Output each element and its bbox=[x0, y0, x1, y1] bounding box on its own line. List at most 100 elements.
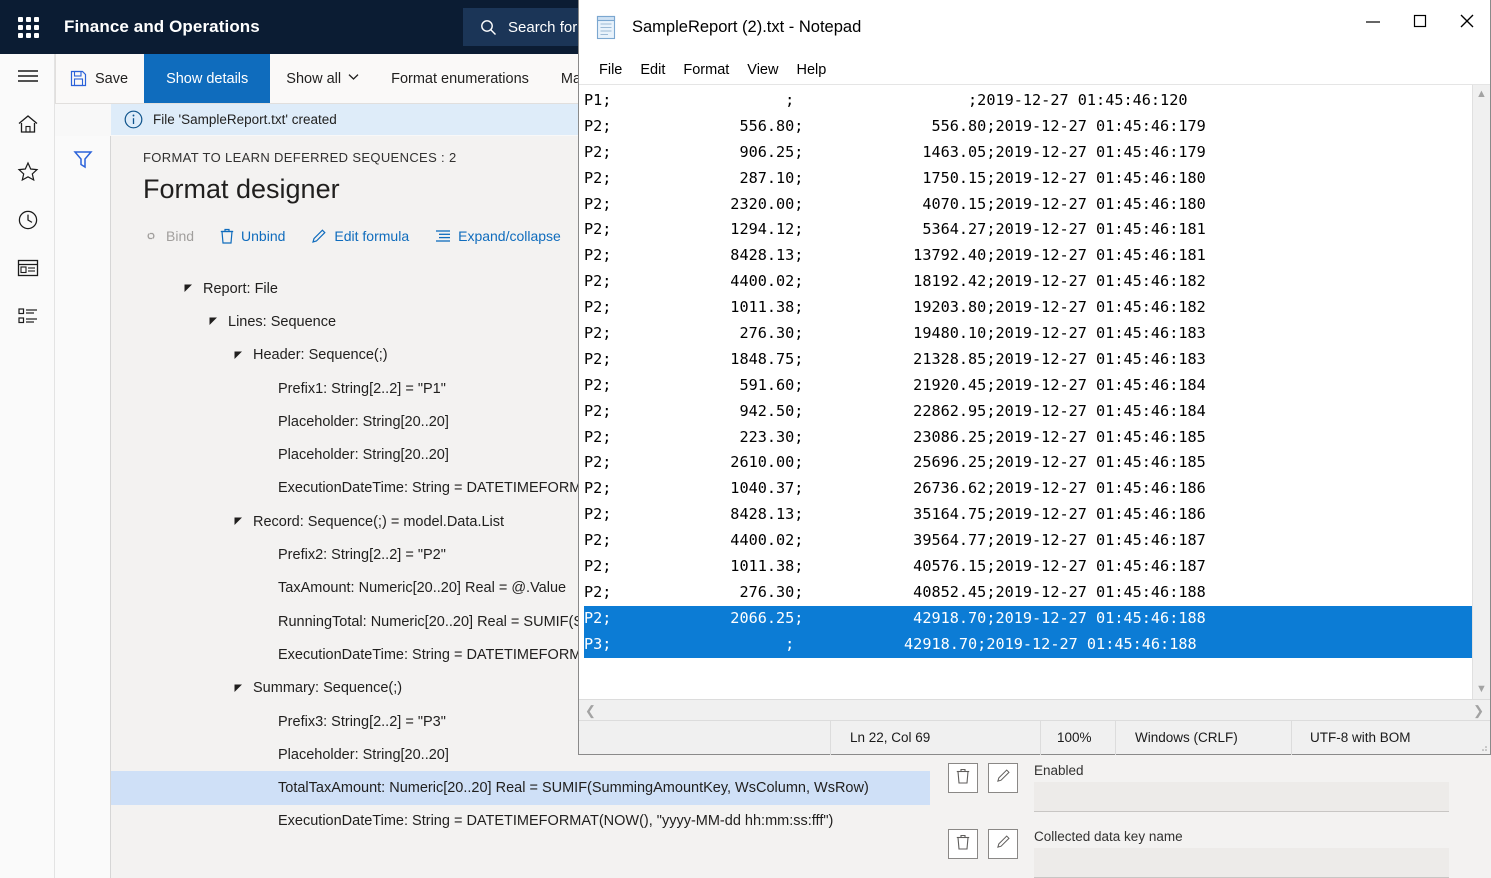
text-line[interactable]: P2; 2610.00; 25696.25;2019-12-27 01:45:4… bbox=[584, 450, 1472, 476]
unbind-button[interactable]: Unbind bbox=[220, 228, 285, 244]
tree-node-label: Placeholder: String[20..20] bbox=[278, 746, 449, 763]
minimize-button[interactable] bbox=[1349, 0, 1396, 47]
text-line[interactable]: P2; 1040.37; 26736.62;2019-12-27 01:45:4… bbox=[584, 476, 1472, 502]
tree-node-label: TaxAmount: Numeric[20..20] Real = @.Valu… bbox=[278, 580, 567, 597]
properties-panel: Enabled Collected data key name bbox=[930, 752, 1491, 878]
text-line[interactable]: P2; 1011.38; 40576.15;2019-12-27 01:45:4… bbox=[584, 554, 1472, 580]
notepad-status-bar: Ln 22, Col 69 100% Windows (CRLF) UTF-8 … bbox=[579, 720, 1490, 755]
window-icon bbox=[17, 259, 39, 282]
notepad-title-bar[interactable]: SampleReport (2).txt - Notepad bbox=[579, 0, 1490, 55]
menu-item-help[interactable]: Help bbox=[787, 60, 835, 80]
collected-data-key-name-input[interactable] bbox=[1034, 848, 1449, 878]
chevron-down-icon bbox=[348, 73, 359, 84]
sidebar-item-hamburger-menu[interactable] bbox=[0, 54, 55, 102]
collected-data-key-name-label: Collected data key name bbox=[1034, 829, 1183, 844]
encoding: UTF-8 with BOM bbox=[1291, 720, 1476, 755]
show-details-label: Show details bbox=[166, 70, 249, 87]
search-icon bbox=[480, 19, 497, 36]
text-line[interactable]: P2; 276.30; 40852.45;2019-12-27 01:45:46… bbox=[584, 580, 1472, 606]
edit-formula-label: Edit formula bbox=[334, 228, 410, 244]
tree-node-label: Lines: Sequence bbox=[228, 313, 337, 330]
chevron-down-icon[interactable]: ▼ bbox=[1476, 684, 1487, 695]
text-line[interactable]: P2; 8428.13; 35164.75;2019-12-27 01:45:4… bbox=[584, 502, 1472, 528]
edit-formula-button[interactable]: Edit formula bbox=[311, 228, 409, 244]
text-line[interactable]: P2; 287.10; 1750.15;2019-12-27 01:45:46:… bbox=[584, 166, 1472, 192]
breadcrumb: FORMAT TO LEARN DEFERRED SEQUENCES : 2 bbox=[143, 150, 457, 165]
format-enumerations-button[interactable]: Format enumerations bbox=[375, 54, 545, 103]
tree-node-label: Report: File bbox=[203, 280, 278, 297]
app-launcher-button[interactable] bbox=[0, 0, 56, 54]
format-enumerations-label: Format enumerations bbox=[391, 70, 529, 87]
text-line[interactable]: P2; 942.50; 22862.95;2019-12-27 01:45:46… bbox=[584, 399, 1472, 425]
text-line[interactable]: P2; 1011.38; 19203.80;2019-12-27 01:45:4… bbox=[584, 295, 1472, 321]
info-icon bbox=[124, 110, 143, 129]
text-line[interactable]: P2; 4400.02; 18192.42;2019-12-27 01:45:4… bbox=[584, 269, 1472, 295]
tree-expand-twisty-icon[interactable] bbox=[204, 317, 222, 326]
close-button[interactable] bbox=[1443, 0, 1490, 47]
nav-rail bbox=[0, 54, 55, 878]
menu-item-file[interactable]: File bbox=[590, 60, 631, 80]
text-line[interactable]: P2; 1294.12; 5364.27;2019-12-27 01:45:46… bbox=[584, 217, 1472, 243]
tree-expand-twisty-icon[interactable] bbox=[229, 684, 247, 693]
delete-collected-data-key-button[interactable] bbox=[948, 829, 978, 859]
window-controls bbox=[1349, 0, 1490, 47]
horizontal-scrollbar[interactable]: ❮ ❯ bbox=[579, 699, 1490, 720]
chevron-right-icon[interactable]: ❯ bbox=[1473, 704, 1484, 717]
chevron-up-icon[interactable]: ▲ bbox=[1476, 89, 1487, 100]
trash-icon bbox=[956, 834, 970, 855]
notepad-text-content[interactable]: P1; ; ;2019-12-27 01:45:46:120 P2; 556.80… bbox=[579, 85, 1472, 699]
tree-node-label: Summary: Sequence(;) bbox=[253, 680, 403, 697]
save-icon bbox=[70, 70, 87, 87]
expand-collapse-button[interactable]: Expand/collapse bbox=[435, 228, 561, 244]
text-line[interactable]: P2; 8428.13; 13792.40;2019-12-27 01:45:4… bbox=[584, 243, 1472, 269]
menu-item-format[interactable]: Format bbox=[674, 60, 738, 80]
text-line[interactable]: P2; 2066.25; 42918.70;2019-12-27 01:45:4… bbox=[584, 605, 1472, 632]
text-line[interactable]: P2; 591.60; 21920.45;2019-12-27 01:45:46… bbox=[584, 373, 1472, 399]
sidebar-item-recent[interactable] bbox=[0, 198, 55, 246]
tree-node-label: Header: Sequence(;) bbox=[253, 347, 388, 364]
tree-expand-twisty-icon[interactable] bbox=[229, 517, 247, 526]
sidebar-item-modules[interactable] bbox=[0, 294, 55, 342]
text-line[interactable]: P2; 906.25; 1463.05;2019-12-27 01:45:46:… bbox=[584, 140, 1472, 166]
tree-node-label: Placeholder: String[20..20] bbox=[278, 413, 449, 430]
show-all-dropdown[interactable]: Show all bbox=[270, 54, 375, 103]
menu-item-edit[interactable]: Edit bbox=[631, 60, 674, 80]
text-line[interactable]: P2; 276.30; 19480.10;2019-12-27 01:45:46… bbox=[584, 321, 1472, 347]
edit-collected-data-key-button[interactable] bbox=[988, 829, 1018, 859]
tree-node-label: ExecutionDateTime: String = DATETIMEFORM… bbox=[278, 480, 615, 497]
edit-enabled-button[interactable] bbox=[988, 763, 1018, 793]
sidebar-item-favorites[interactable] bbox=[0, 150, 55, 198]
resize-grip[interactable] bbox=[1476, 721, 1490, 755]
text-line[interactable]: P2; 4400.02; 39564.77;2019-12-27 01:45:4… bbox=[584, 528, 1472, 554]
tree-node-label: ExecutionDateTime: String = DATETIMEFORM… bbox=[278, 813, 834, 830]
vertical-scrollbar[interactable]: ▲ ▼ bbox=[1472, 85, 1490, 699]
text-line[interactable]: P1; ; ;2019-12-27 01:45:46:120 bbox=[584, 88, 1472, 114]
unbind-label: Unbind bbox=[241, 228, 286, 244]
sidebar-item-home[interactable] bbox=[0, 102, 55, 150]
enabled-input[interactable] bbox=[1034, 782, 1449, 812]
text-line[interactable]: P2; 223.30; 23086.25;2019-12-27 01:45:46… bbox=[584, 425, 1472, 451]
tree-expand-twisty-icon[interactable] bbox=[229, 351, 247, 360]
chevron-left-icon[interactable]: ❮ bbox=[585, 704, 596, 717]
close-icon bbox=[1459, 13, 1475, 34]
app-title: Finance and Operations bbox=[64, 17, 260, 36]
show-details-button[interactable]: Show details bbox=[144, 54, 271, 103]
tree-node-label: Record: Sequence(;) = model.Data.List bbox=[253, 513, 505, 530]
tree-expand-twisty-icon[interactable] bbox=[179, 284, 197, 293]
text-line[interactable]: P2; 1848.75; 21328.85;2019-12-27 01:45:4… bbox=[584, 347, 1472, 373]
cursor-position: Ln 22, Col 69 bbox=[830, 720, 1040, 755]
tree-node-label: ExecutionDateTime: String = DATETIMEFORM… bbox=[278, 646, 615, 663]
save-button[interactable]: Save bbox=[55, 54, 144, 103]
bind-button[interactable]: Bind bbox=[143, 228, 194, 244]
maximize-button[interactable] bbox=[1396, 0, 1443, 47]
save-label: Save bbox=[95, 70, 129, 87]
text-line[interactable]: P2; 2320.00; 4070.15;2019-12-27 01:45:46… bbox=[584, 192, 1472, 218]
menu-item-view[interactable]: View bbox=[738, 60, 787, 80]
filter-button[interactable] bbox=[55, 136, 111, 186]
sidebar-item-workspaces[interactable] bbox=[0, 246, 55, 294]
delete-enabled-button[interactable] bbox=[948, 763, 978, 793]
text-line[interactable]: P3; ; 42918.70;2019-12-27 01:45:46:188 bbox=[584, 631, 1472, 658]
text-line[interactable]: P2; 556.80; 556.80;2019-12-27 01:45:46:1… bbox=[584, 114, 1472, 140]
pencil-icon bbox=[996, 834, 1011, 854]
notepad-window: SampleReport (2).txt - Notepad File Edit… bbox=[578, 0, 1491, 755]
